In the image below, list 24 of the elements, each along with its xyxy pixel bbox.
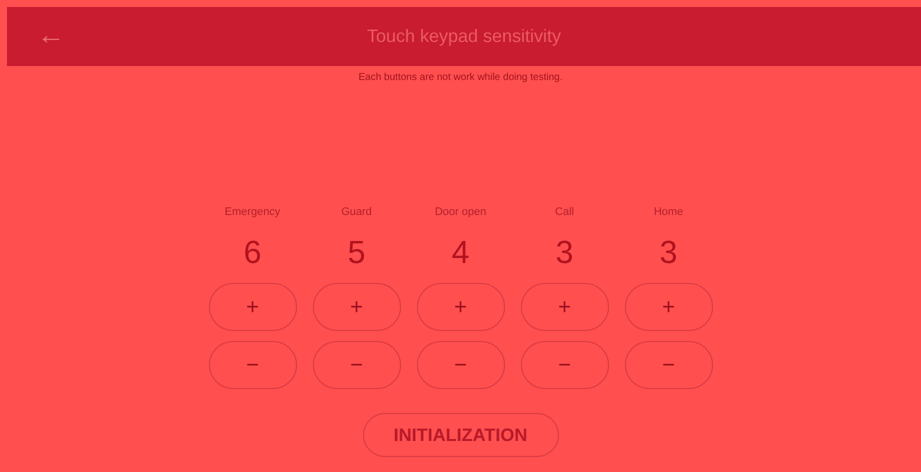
initialization-button[interactable]: INITIALIZATION [362, 413, 558, 457]
sensitivity-value: 5 [348, 234, 366, 270]
decrease-button[interactable]: − [520, 341, 608, 389]
decrease-button[interactable]: − [312, 341, 400, 389]
sensitivity-value: 4 [452, 234, 470, 270]
decrease-button[interactable]: − [416, 341, 504, 389]
key-label: Emergency [224, 205, 280, 219]
key-label: Home [654, 205, 684, 219]
sensitivity-value: 3 [660, 234, 678, 270]
sensitivity-value: 6 [244, 234, 262, 270]
key-label: Guard [341, 205, 372, 219]
back-button[interactable]: ← [33, 17, 69, 53]
increase-button[interactable]: + [520, 283, 608, 331]
page-title: Touch keypad sensitivity [366, 26, 562, 47]
decrease-button[interactable]: − [624, 341, 712, 389]
increase-button[interactable]: + [312, 283, 400, 331]
key-label: Door open [434, 205, 486, 219]
increase-button[interactable]: + [208, 283, 296, 331]
increase-button[interactable]: + [416, 283, 504, 331]
sensitivity-value: 3 [556, 234, 574, 270]
key-label: Call [555, 205, 574, 219]
notice-text: Each buttons are not work while doing testing. [358, 72, 562, 83]
increase-button[interactable]: + [624, 283, 712, 331]
decrease-button[interactable]: − [208, 341, 296, 389]
